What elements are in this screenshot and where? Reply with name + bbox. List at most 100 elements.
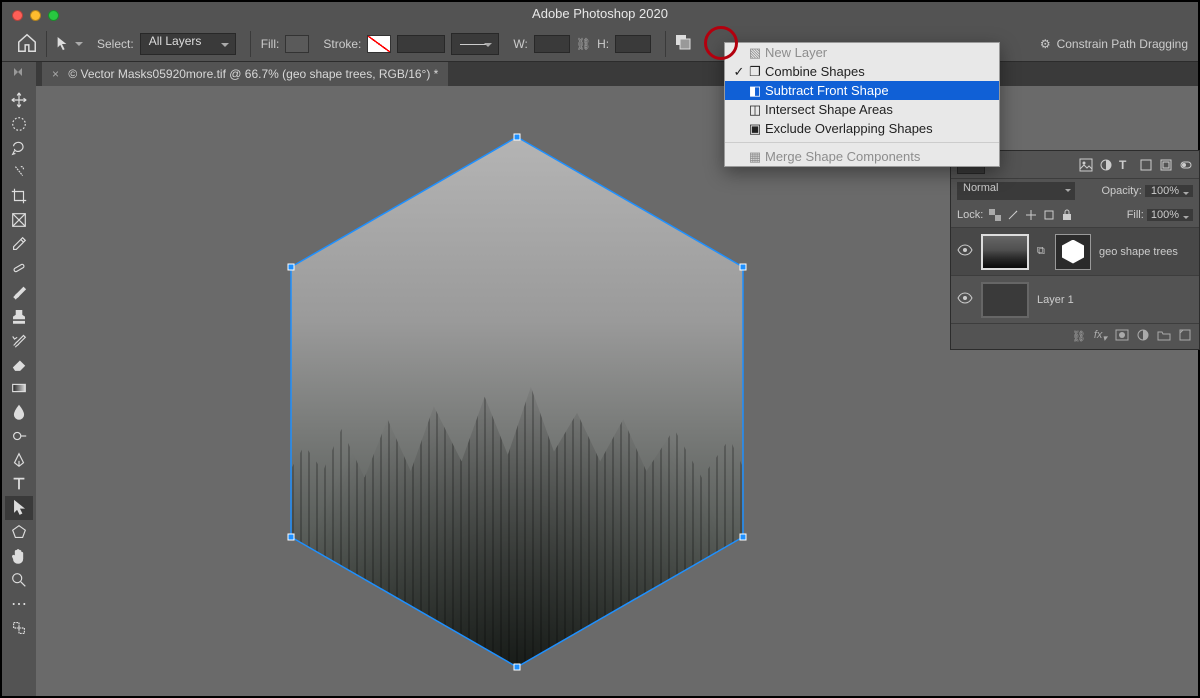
w-label: W:: [513, 37, 527, 51]
path-handle[interactable]: [287, 534, 294, 541]
height-field[interactable]: [615, 35, 651, 53]
layer-row[interactable]: Layer 1: [951, 275, 1199, 323]
stroke-width-field[interactable]: [397, 35, 445, 53]
adjustment-layer-icon[interactable]: [1137, 329, 1149, 344]
filter-smart-icon[interactable]: [1159, 158, 1173, 172]
fill-label: Fill:: [261, 37, 280, 51]
link-wh-icon[interactable]: ⛓: [576, 37, 591, 51]
menu-item-exclude-overlapping-shapes[interactable]: ▣ Exclude Overlapping Shapes: [725, 119, 999, 138]
filter-pixel-icon[interactable]: [1079, 158, 1093, 172]
layer-name[interactable]: geo shape trees: [1099, 246, 1178, 258]
visibility-icon[interactable]: [957, 292, 973, 307]
collapse-indicator[interactable]: [14, 68, 22, 76]
fx-icon[interactable]: fx▾: [1094, 329, 1107, 344]
dodge-tool[interactable]: [5, 424, 33, 448]
marquee-tool[interactable]: [5, 112, 33, 136]
brush-tool[interactable]: [5, 280, 33, 304]
layer-thumbnail[interactable]: [981, 282, 1029, 318]
opacity-field[interactable]: 100%: [1145, 185, 1193, 197]
path-operations-menu[interactable]: ▧ New Layer ✓❐ Combine Shapes ◧ Subtract…: [724, 42, 1000, 167]
history-brush-tool[interactable]: [5, 328, 33, 352]
add-mask-icon[interactable]: [1115, 329, 1129, 344]
layers-footer: ⛓ fx▾: [951, 323, 1199, 349]
layer-row[interactable]: ⧉ geo shape trees: [951, 227, 1199, 275]
more-tools[interactable]: ⋯: [5, 592, 33, 616]
filter-toggle-icon[interactable]: [1179, 158, 1193, 172]
layer-fill-label: Fill:: [1127, 209, 1144, 221]
vector-mask-thumbnail[interactable]: [1055, 234, 1091, 270]
eyedropper-tool[interactable]: [5, 232, 33, 256]
mask-link-icon[interactable]: ⧉: [1037, 245, 1047, 258]
tools-panel: ⋯: [2, 62, 36, 696]
maximize-dot[interactable]: [48, 10, 59, 21]
hand-tool[interactable]: [5, 544, 33, 568]
group-icon[interactable]: [1157, 329, 1171, 344]
path-handle[interactable]: [514, 663, 521, 670]
lock-image-icon[interactable]: [1007, 209, 1019, 221]
gradient-tool[interactable]: [5, 376, 33, 400]
menu-item-combine-shapes[interactable]: ✓❐ Combine Shapes: [725, 62, 999, 81]
path-handle[interactable]: [740, 534, 747, 541]
shape-tool[interactable]: [5, 520, 33, 544]
lock-transparent-icon[interactable]: [989, 209, 1001, 221]
layer-fill-field[interactable]: 100%: [1147, 209, 1193, 221]
selected-shape[interactable]: [286, 132, 748, 672]
new-layer-icon[interactable]: [1179, 329, 1191, 344]
blur-tool[interactable]: [5, 400, 33, 424]
healing-tool[interactable]: [5, 256, 33, 280]
layer-thumbnail[interactable]: [981, 234, 1029, 270]
window-controls[interactable]: [12, 10, 59, 21]
path-handle[interactable]: [740, 264, 747, 271]
tool-preset-arrow[interactable]: [55, 35, 83, 53]
lock-all-icon[interactable]: [1061, 209, 1073, 221]
stroke-swatch[interactable]: [367, 35, 391, 53]
app-titlebar: Adobe Photoshop 2020: [2, 2, 1198, 26]
close-tab-icon[interactable]: ×: [52, 67, 59, 81]
eraser-tool[interactable]: [5, 352, 33, 376]
blend-mode-dropdown[interactable]: Normal: [957, 182, 1075, 200]
edit-toolbar[interactable]: [5, 616, 33, 640]
visibility-icon[interactable]: [957, 244, 973, 259]
stroke-style-dropdown[interactable]: [451, 33, 499, 55]
select-label: Select:: [97, 37, 134, 51]
width-field[interactable]: [534, 35, 570, 53]
close-dot[interactable]: [12, 10, 23, 21]
menu-item-intersect-shape-areas[interactable]: ◫ Intersect Shape Areas: [725, 100, 999, 119]
constrain-label: Constrain Path Dragging: [1057, 37, 1188, 51]
layers-panel[interactable]: T Normal Opacity: 100% Lock: Fill: 100% …: [950, 150, 1200, 350]
home-button[interactable]: [16, 32, 40, 56]
frame-tool[interactable]: [5, 208, 33, 232]
layer-name[interactable]: Layer 1: [1037, 294, 1074, 306]
quick-select-tool[interactable]: [5, 160, 33, 184]
stamp-tool[interactable]: [5, 304, 33, 328]
lock-artboard-icon[interactable]: [1043, 209, 1055, 221]
filter-adjust-icon[interactable]: [1099, 158, 1113, 172]
filter-type-icon[interactable]: T: [1119, 158, 1133, 172]
lasso-tool[interactable]: [5, 136, 33, 160]
menu-item-new-layer: ▧ New Layer: [725, 43, 999, 62]
minimize-dot[interactable]: [30, 10, 41, 21]
document-tab[interactable]: × © Vector Masks05920more.tif @ 66.7% (g…: [42, 62, 448, 86]
zoom-tool[interactable]: [5, 568, 33, 592]
menu-item-subtract-front-shape[interactable]: ◧ Subtract Front Shape: [725, 81, 999, 100]
opacity-label: Opacity:: [1101, 185, 1141, 197]
path-handle[interactable]: [514, 134, 521, 141]
path-operations-button[interactable]: [674, 33, 692, 54]
path-selection-tool[interactable]: [5, 496, 33, 520]
crop-tool[interactable]: [5, 184, 33, 208]
document-title: © Vector Masks05920more.tif @ 66.7% (geo…: [68, 67, 438, 81]
app-title: Adobe Photoshop 2020: [532, 6, 668, 21]
stroke-label: Stroke:: [323, 37, 361, 51]
lock-position-icon[interactable]: [1025, 209, 1037, 221]
fill-swatch[interactable]: [285, 35, 309, 53]
link-layers-icon[interactable]: ⛓: [1072, 330, 1086, 343]
lock-label: Lock:: [957, 209, 983, 221]
filter-shape-icon[interactable]: [1139, 158, 1153, 172]
pen-tool[interactable]: [5, 448, 33, 472]
gear-icon[interactable]: ⚙: [1040, 37, 1051, 51]
options-bar: Select: All Layers Fill: Stroke: W: ⛓ H:…: [2, 26, 1198, 62]
select-dropdown[interactable]: All Layers: [140, 33, 236, 55]
path-handle[interactable]: [287, 264, 294, 271]
type-tool[interactable]: [5, 472, 33, 496]
move-tool[interactable]: [5, 88, 33, 112]
